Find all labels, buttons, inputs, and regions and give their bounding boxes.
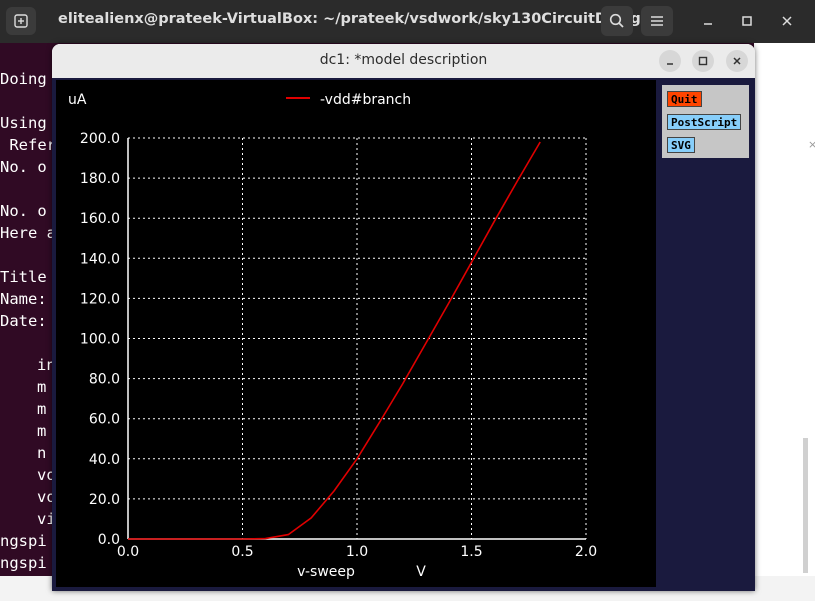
terminal-line: Title xyxy=(0,268,47,286)
terminal-line: m xyxy=(37,422,47,440)
terminal-line: Using xyxy=(0,114,47,132)
y-tick-label: 160.0 xyxy=(80,211,120,227)
terminal-line: No. o xyxy=(0,158,47,176)
terminal-maximize-button[interactable] xyxy=(736,10,758,32)
terminal-close-button[interactable] xyxy=(776,10,798,32)
close-icon xyxy=(733,57,741,65)
background-window-edge: × xyxy=(754,43,815,576)
menu-button[interactable] xyxy=(641,6,673,36)
terminal-line: m xyxy=(37,400,47,418)
maximize-icon xyxy=(742,16,752,26)
y-tick-label: 120.0 xyxy=(80,291,120,307)
legend-label: -vdd#branch xyxy=(320,92,411,108)
x-tick-label: 0.0 xyxy=(117,544,139,560)
y-axis-label: uA xyxy=(68,92,87,108)
x-tick-label: 1.5 xyxy=(460,544,482,560)
plot-window: dc1: *model description 0.0 0.5 1.0 1.5 2.0 0… xyxy=(52,44,755,591)
plot-maximize-button[interactable] xyxy=(692,50,714,72)
y-tick-label: 60.0 xyxy=(89,412,120,428)
terminal-line: Refer xyxy=(0,136,56,154)
x-axis-label: v-sweep xyxy=(297,564,355,580)
y-tick-label: 40.0 xyxy=(89,452,120,468)
y-tick-label: 0.0 xyxy=(98,532,120,548)
y-tick-label: 200.0 xyxy=(80,131,120,147)
x-tick-label: 2.0 xyxy=(575,544,597,560)
terminal-header-bar: elitealienx@prateek-VirtualBox: ~/pratee… xyxy=(0,0,815,43)
plot-button-panel: Quit PostScript SVG xyxy=(662,85,749,158)
terminal-minimize-button[interactable] xyxy=(697,10,719,32)
background-window-mark: × xyxy=(808,138,815,151)
terminal-line: m xyxy=(37,378,47,396)
terminal-line: Date: xyxy=(0,312,47,330)
new-tab-icon xyxy=(14,14,28,28)
y-tick-label: 180.0 xyxy=(80,171,120,187)
terminal-line: ngspi xyxy=(0,532,47,550)
plot-window-header: dc1: *model description xyxy=(52,44,755,78)
minimize-icon xyxy=(667,63,673,65)
svg-button[interactable]: SVG xyxy=(667,137,695,153)
terminal-line: Here a xyxy=(0,224,56,242)
quit-button[interactable]: Quit xyxy=(667,91,702,107)
plot-close-button[interactable] xyxy=(726,50,748,72)
terminal-line: ngspi xyxy=(0,554,47,572)
terminal-line: n xyxy=(37,444,47,462)
y-tick-label: 100.0 xyxy=(80,332,120,348)
new-tab-button[interactable] xyxy=(6,7,36,35)
y-tick-label: 140.0 xyxy=(80,251,120,267)
series-line xyxy=(128,141,541,540)
plot-area[interactable]: 0.0 0.5 1.0 1.5 2.0 0.0 20.0 40.0 60.0 80.0 100.0 1… xyxy=(56,80,656,587)
maximize-icon xyxy=(698,56,708,66)
x-tick-label: 1.0 xyxy=(346,544,368,560)
plot-window-title: dc1: *model description xyxy=(319,52,488,68)
search-icon xyxy=(609,13,624,28)
terminal-line: No. o xyxy=(0,202,47,220)
plot-minimize-button[interactable] xyxy=(659,50,681,72)
x-axis-unit: V xyxy=(416,564,426,580)
close-icon xyxy=(782,16,792,26)
terminal-line: Name: xyxy=(0,290,47,308)
search-button[interactable] xyxy=(601,6,633,36)
plot-content: 0.0 0.5 1.0 1.5 2.0 0.0 20.0 40.0 60.0 80.0 100.0 1… xyxy=(52,78,755,591)
terminal-title: elitealienx@prateek-VirtualBox: ~/pratee… xyxy=(58,11,668,27)
y-tick-label: 80.0 xyxy=(89,372,120,388)
x-tick-label: 0.5 xyxy=(231,544,253,560)
chart: 0.0 0.5 1.0 1.5 2.0 0.0 20.0 40.0 60.0 80.0 100.0 1… xyxy=(68,92,597,580)
minimize-icon xyxy=(704,23,712,25)
y-tick-label: 20.0 xyxy=(89,492,120,508)
terminal-line: Doing xyxy=(0,70,47,88)
hamburger-icon xyxy=(651,16,663,26)
postscript-button[interactable]: PostScript xyxy=(667,114,742,130)
background-scrollbar[interactable] xyxy=(803,438,808,573)
